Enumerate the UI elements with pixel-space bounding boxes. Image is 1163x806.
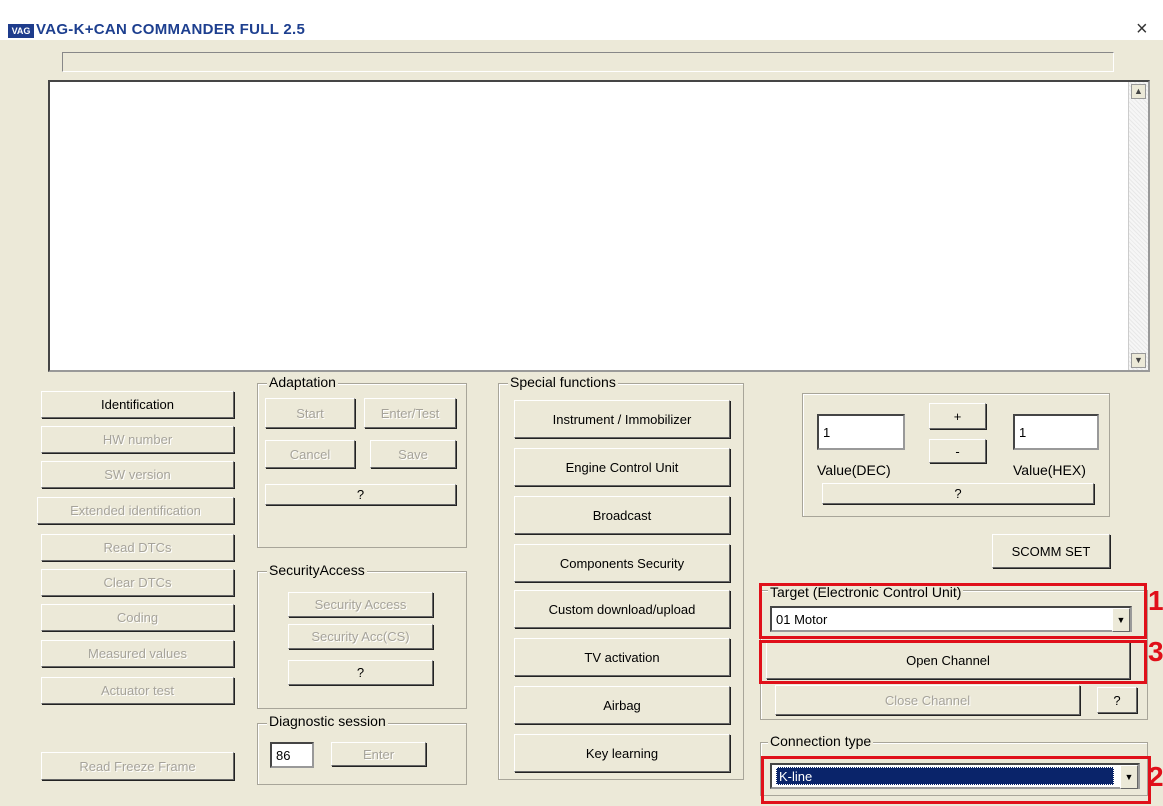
value-hex-input[interactable]: 1: [1013, 414, 1099, 450]
status-field: [62, 52, 1114, 72]
airbag-button[interactable]: Airbag: [514, 686, 730, 724]
security-access-label: SecurityAccess: [267, 562, 367, 578]
value-hex-label: Value(HEX): [1013, 462, 1086, 478]
app-logo: VAG: [8, 24, 34, 38]
target-help-button[interactable]: ?: [1097, 687, 1137, 713]
log-output[interactable]: ▲ ▼: [48, 80, 1150, 372]
security-access-button[interactable]: Security Access: [288, 592, 433, 617]
adaptation-save-button[interactable]: Save: [370, 440, 456, 468]
custom-download-upload-button[interactable]: Custom download/upload: [514, 590, 730, 628]
actuator-test-button[interactable]: Actuator test: [41, 677, 234, 704]
sw-version-button[interactable]: SW version: [41, 461, 234, 488]
value-help-button[interactable]: ?: [822, 483, 1094, 504]
window-title: VAG-K+CAN COMMANDER FULL 2.5: [36, 21, 306, 38]
adaptation-start-button[interactable]: Start: [265, 398, 355, 428]
close-channel-button[interactable]: Close Channel: [775, 685, 1080, 715]
identification-button[interactable]: Identification: [41, 391, 234, 418]
decrement-button[interactable]: -: [929, 439, 986, 463]
highlight-open-channel-box: [759, 640, 1147, 684]
broadcast-button[interactable]: Broadcast: [514, 496, 730, 534]
connection-type-label: Connection type: [768, 733, 874, 749]
measured-values-button[interactable]: Measured values: [41, 640, 234, 667]
read-freeze-frame-button[interactable]: Read Freeze Frame: [41, 752, 234, 780]
scomm-set-button[interactable]: SCOMM SET: [992, 534, 1110, 568]
security-access-cs-button[interactable]: Security Acc(CS): [288, 624, 433, 649]
highlight-target-box: [759, 583, 1147, 639]
close-icon[interactable]: ×: [1136, 18, 1148, 41]
instrument-immobilizer-button[interactable]: Instrument / Immobilizer: [514, 400, 730, 438]
adaptation-help-button[interactable]: ?: [265, 484, 456, 505]
scroll-up-icon[interactable]: ▲: [1131, 84, 1146, 99]
diagnostic-enter-button[interactable]: Enter: [331, 742, 426, 766]
diagnostic-session-input[interactable]: 86: [270, 742, 314, 768]
coding-button[interactable]: Coding: [41, 604, 234, 631]
value-dec-input[interactable]: 1: [817, 414, 905, 450]
tv-activation-button[interactable]: TV activation: [514, 638, 730, 676]
hw-number-button[interactable]: HW number: [41, 426, 234, 453]
annotation-mark-1: 1: [1148, 585, 1163, 616]
value-dec-label: Value(DEC): [817, 462, 891, 478]
clear-dtcs-button[interactable]: Clear DTCs: [41, 569, 234, 596]
highlight-connection-box: [761, 756, 1151, 804]
annotation-mark-3: 3: [1148, 636, 1163, 667]
adaptation-enter-test-button[interactable]: Enter/Test: [364, 398, 456, 428]
annotation-mark-2: 2: [1148, 761, 1163, 792]
diagnostic-session-label: Diagnostic session: [267, 713, 388, 729]
special-functions-label: Special functions: [508, 374, 618, 390]
read-dtcs-button[interactable]: Read DTCs: [41, 534, 234, 561]
engine-control-unit-button[interactable]: Engine Control Unit: [514, 448, 730, 486]
extended-identification-button[interactable]: Extended identification: [37, 497, 234, 524]
security-help-button[interactable]: ?: [288, 660, 433, 685]
key-learning-button[interactable]: Key learning: [514, 734, 730, 772]
log-scrollbar[interactable]: ▲ ▼: [1128, 82, 1148, 370]
components-security-button[interactable]: Components Security: [514, 544, 730, 582]
adaptation-label: Adaptation: [267, 374, 338, 390]
increment-button[interactable]: +: [929, 403, 986, 429]
scroll-down-icon[interactable]: ▼: [1131, 353, 1146, 368]
adaptation-cancel-button[interactable]: Cancel: [265, 440, 355, 468]
